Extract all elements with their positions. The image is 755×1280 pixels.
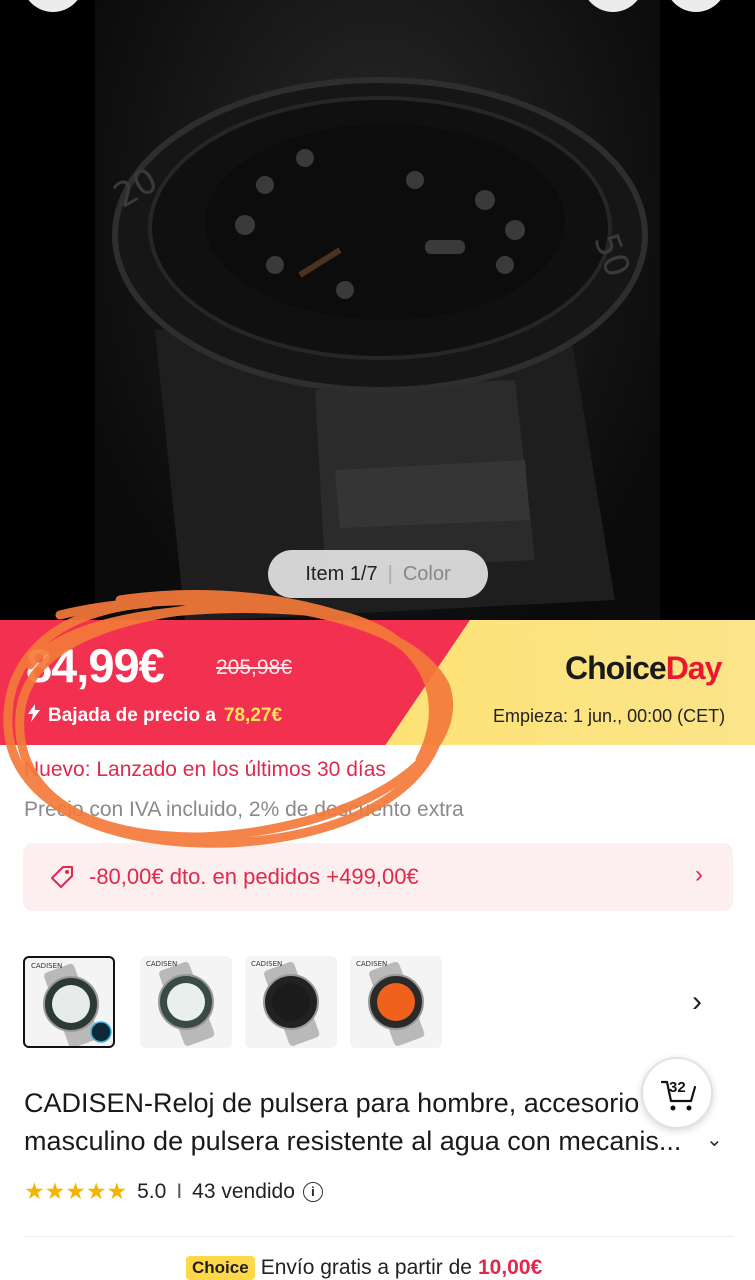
coupon-text: -80,00€ dto. en pedidos +499,00€	[89, 864, 419, 889]
divider	[24, 1236, 734, 1237]
chevron-right-icon: ›	[695, 861, 703, 888]
gallery-color-link[interactable]: Color	[403, 563, 451, 586]
variant-thumbnail[interactable]: CADISEN	[23, 956, 115, 1048]
star-rating-icon: ★★★★★	[24, 1178, 128, 1204]
watch-thumbnail-image	[43, 963, 112, 1046]
price-drop-label: Bajada de precio a	[48, 705, 216, 726]
vat-note: Precio con IVA incluido, 2% de descuento…	[24, 798, 464, 821]
gallery-pager[interactable]: Item 1/7 | Color	[268, 550, 488, 598]
product-title-line1: CADISEN-Reloj de pulsera para hombre, ac…	[24, 1088, 640, 1118]
choice-day-logo: ChoiceDay	[565, 650, 722, 686]
info-icon[interactable]: i	[302, 1181, 323, 1202]
variant-thumbnail[interactable]: CADISEN	[140, 956, 232, 1048]
watch-thumbnail-image	[158, 961, 215, 1046]
product-title-line2: masculino de pulsera resistente al agua …	[24, 1126, 682, 1156]
pager-separator: |	[387, 562, 393, 585]
lightning-icon	[28, 704, 40, 728]
variant-thumbnail[interactable]: CADISEN	[350, 956, 442, 1048]
price-drop: Bajada de precio a 78,27€	[28, 704, 282, 728]
rating-value: 5.0	[137, 1179, 167, 1203]
rating-divider: I	[176, 1179, 183, 1203]
product-title[interactable]: CADISEN-Reloj de pulsera para hombre, ac…	[24, 1084, 719, 1160]
shipping-threshold: 10,00€	[477, 1256, 543, 1279]
current-price: 84,99€	[26, 639, 165, 692]
floating-cart-button[interactable]: 32	[641, 1057, 713, 1129]
product-image-gallery[interactable]: 20 50 Item 1/7 | Color	[0, 0, 755, 622]
tag-icon	[51, 866, 73, 888]
rating-row[interactable]: ★★★★★ 5.0 I 43 vendido i	[24, 1178, 323, 1205]
variant-thumbnails: CADISEN CADISEN CADISEN CADISEN	[23, 956, 723, 1048]
new-launch-note: Nuevo: Lanzado en los últimos 30 días	[24, 758, 386, 781]
thumbnail-brand-label: CADISEN	[251, 960, 283, 968]
thumbnail-brand-label: CADISEN	[146, 960, 178, 968]
original-price: 205,98€	[216, 656, 292, 679]
chevron-down-icon[interactable]: ⌄	[706, 1127, 723, 1152]
gallery-index: Item 1/7	[305, 562, 378, 585]
watch-photo: 20 50	[95, 0, 660, 622]
watch-thumbnail-image	[263, 961, 320, 1046]
back-button[interactable]	[22, 0, 84, 12]
variant-thumbnail[interactable]: CADISEN	[245, 956, 337, 1048]
coupon-banner[interactable]: -80,00€ dto. en pedidos +499,00€ ›	[23, 843, 733, 911]
thumbnail-brand-label: CADISEN	[31, 962, 63, 970]
price-drop-value: 78,27€	[223, 705, 283, 726]
cart-count: 32	[669, 1079, 686, 1096]
shipping-info[interactable]: Choice Envío gratis a partir de 10,00€	[186, 1256, 542, 1280]
price-banner: 84,99€ 205,98€ Bajada de precio a 78,27€…	[0, 620, 755, 745]
chevron-right-icon[interactable]: ›	[692, 985, 702, 1019]
shipping-text: Envío gratis a partir de	[260, 1256, 472, 1279]
watch-thumbnail-image	[368, 961, 425, 1046]
cart-button[interactable]	[665, 0, 727, 12]
promo-start-time: Empieza: 1 jun., 00:00 (CET)	[493, 706, 726, 726]
sold-count: 43 vendido	[192, 1179, 295, 1203]
choice-badge: Choice	[186, 1256, 255, 1280]
thumbnail-brand-label: CADISEN	[356, 960, 388, 968]
